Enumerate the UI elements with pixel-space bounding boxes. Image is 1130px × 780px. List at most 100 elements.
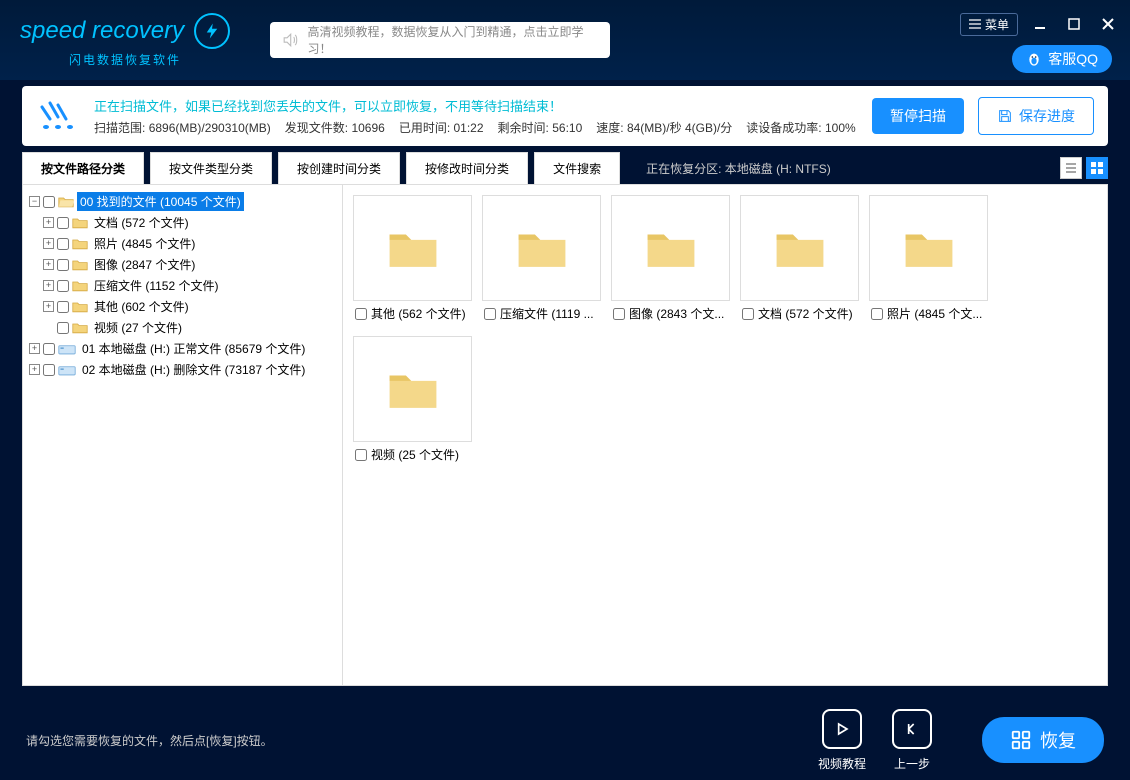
tree-checkbox[interactable] [57,301,69,313]
tree-checkbox[interactable] [43,364,55,376]
tree-label: 压缩文件 (1152 个文件) [91,276,221,295]
play-icon [822,709,862,749]
folder-icon [72,321,88,335]
tree-child[interactable]: + 照片 (4845 个文件) [41,233,338,254]
tab-modified[interactable]: 按修改时间分类 [406,152,528,184]
folder-icon [902,225,956,271]
expand-icon[interactable]: + [29,343,40,354]
maximize-button[interactable] [1062,12,1086,36]
qq-support-button[interactable]: 客服QQ [1012,45,1112,73]
expand-icon[interactable]: + [43,217,54,228]
scan-range: 扫描范围: 6896(MB)/290310(MB) [94,119,271,136]
grid-caption-text: 文档 (572 个文件) [758,305,857,322]
save-icon [997,108,1013,124]
expand-icon[interactable]: + [43,301,54,312]
tab-bar: 按文件路径分类 按文件类型分类 按创建时间分类 按修改时间分类 文件搜索 正在恢… [22,152,1108,184]
prev-step-label: 上一步 [894,755,930,772]
expand-icon[interactable]: + [29,364,40,375]
tree-label: 01 本地磁盘 (H:) 正常文件 (85679 个文件) [79,339,308,358]
tree-drive-1[interactable]: + 01 本地磁盘 (H:) 正常文件 (85679 个文件) [27,338,338,359]
logo-area: speed recovery 闪电数据恢复软件 [10,13,230,68]
grid-caption: 文档 (572 个文件) [740,301,859,326]
tree-root[interactable]: − 00 找到的文件 (10045 个文件) [27,191,338,212]
tree-checkbox[interactable] [57,217,69,229]
main-area: − 00 找到的文件 (10045 个文件) + 文档 (572 个文件) + … [22,184,1108,686]
tree-label: 照片 (4845 个文件) [91,234,198,253]
expand-icon[interactable]: + [43,259,54,270]
tree-checkbox[interactable] [43,343,55,355]
read-rate: 读设备成功率: 100% [746,119,855,136]
grid-checkbox[interactable] [613,308,625,320]
save-progress-button[interactable]: 保存进度 [978,97,1094,135]
grid-checkbox[interactable] [355,449,367,461]
folder-icon [515,225,569,271]
tree-checkbox[interactable] [43,196,55,208]
grid-item[interactable]: 图像 (2843 个文... [611,195,730,326]
tutorial-bar[interactable]: 高清视频教程，数据恢复从入门到精通，点击立即学习！ [270,22,610,58]
speed: 速度: 84(MB)/秒 4(GB)/分 [596,119,732,136]
video-tutorial-label: 视频教程 [818,755,866,772]
tab-created[interactable]: 按创建时间分类 [278,152,400,184]
grid-panel[interactable]: 其他 (562 个文件) 压缩文件 (1119 ... 图像 (2843 个文.… [343,185,1107,685]
expand-icon[interactable]: + [43,238,54,249]
tree-child[interactable]: + 压缩文件 (1152 个文件) [41,275,338,296]
grid-checkbox[interactable] [871,308,883,320]
tree-child[interactable]: 视频 (27 个文件) [41,317,338,338]
folder-icon [72,216,88,230]
save-label: 保存进度 [1019,106,1075,126]
tree-checkbox[interactable] [57,322,69,334]
tree-children: + 文档 (572 个文件) + 照片 (4845 个文件) + 图像 (284… [27,212,338,338]
tree-child[interactable]: + 其他 (602 个文件) [41,296,338,317]
grid-caption-text: 视频 (25 个文件) [371,446,470,463]
footer-buttons: 视频教程 上一步 恢复 [818,709,1104,772]
grid-checkbox[interactable] [742,308,754,320]
drive-icon [58,363,76,377]
folder-icon [386,366,440,412]
expand-icon[interactable]: + [43,280,54,291]
tree-child[interactable]: + 图像 (2847 个文件) [41,254,338,275]
grid-caption: 视频 (25 个文件) [353,442,472,467]
tree-checkbox[interactable] [57,280,69,292]
tree-drive-2[interactable]: + 02 本地磁盘 (H:) 删除文件 (73187 个文件) [27,359,338,380]
grid-icon [1090,161,1104,175]
close-icon [1101,17,1115,31]
grid-item[interactable]: 压缩文件 (1119 ... [482,195,601,326]
grid-caption-text: 其他 (562 个文件) [371,305,470,322]
grid-view-button[interactable] [1086,157,1108,179]
tree-panel[interactable]: − 00 找到的文件 (10045 个文件) + 文档 (572 个文件) + … [23,185,343,685]
tree-checkbox[interactable] [57,238,69,250]
close-button[interactable] [1096,12,1120,36]
elapsed-time: 已用时间: 01:22 [399,119,484,136]
folder-open-icon [58,195,74,209]
folder-icon [72,279,88,293]
tree-child[interactable]: + 文档 (572 个文件) [41,212,338,233]
video-tutorial-button[interactable]: 视频教程 [818,709,866,772]
menu-button[interactable]: 菜单 [960,13,1018,36]
pause-scan-button[interactable]: 暂停扫描 [872,98,964,134]
tree-checkbox[interactable] [57,259,69,271]
recover-button[interactable]: 恢复 [982,717,1104,763]
status-message: 正在扫描文件，如果已经找到您丢失的文件，可以立即恢复，不用等待扫描结束！ [94,96,858,115]
grid-item[interactable]: 其他 (562 个文件) [353,195,472,326]
prev-step-button[interactable]: 上一步 [892,709,932,772]
tab-type[interactable]: 按文件类型分类 [150,152,272,184]
minimize-button[interactable] [1028,12,1052,36]
list-view-button[interactable] [1060,157,1082,179]
collapse-icon[interactable]: − [29,196,40,207]
menu-label: 菜单 [985,16,1009,33]
grid-caption-text: 压缩文件 (1119 ... [500,305,599,322]
grid-checkbox[interactable] [355,308,367,320]
title-bar: speed recovery 闪电数据恢复软件 高清视频教程，数据恢复从入门到精… [0,0,1130,80]
grid-checkbox[interactable] [484,308,496,320]
grid-item[interactable]: 照片 (4845 个文... [869,195,988,326]
grid-item[interactable]: 文档 (572 个文件) [740,195,859,326]
footer-hint: 请勾选您需要恢复的文件，然后点[恢复]按钮。 [26,732,818,749]
qq-label: 客服QQ [1048,49,1098,69]
minimize-icon [1033,17,1047,31]
grid-item[interactable]: 视频 (25 个文件) [353,336,472,467]
tab-search[interactable]: 文件搜索 [534,152,620,184]
tree-label: 00 找到的文件 (10045 个文件) [77,192,244,211]
grid-thumbnail [611,195,730,301]
tab-path[interactable]: 按文件路径分类 [22,152,144,184]
grid-thumbnail [353,336,472,442]
